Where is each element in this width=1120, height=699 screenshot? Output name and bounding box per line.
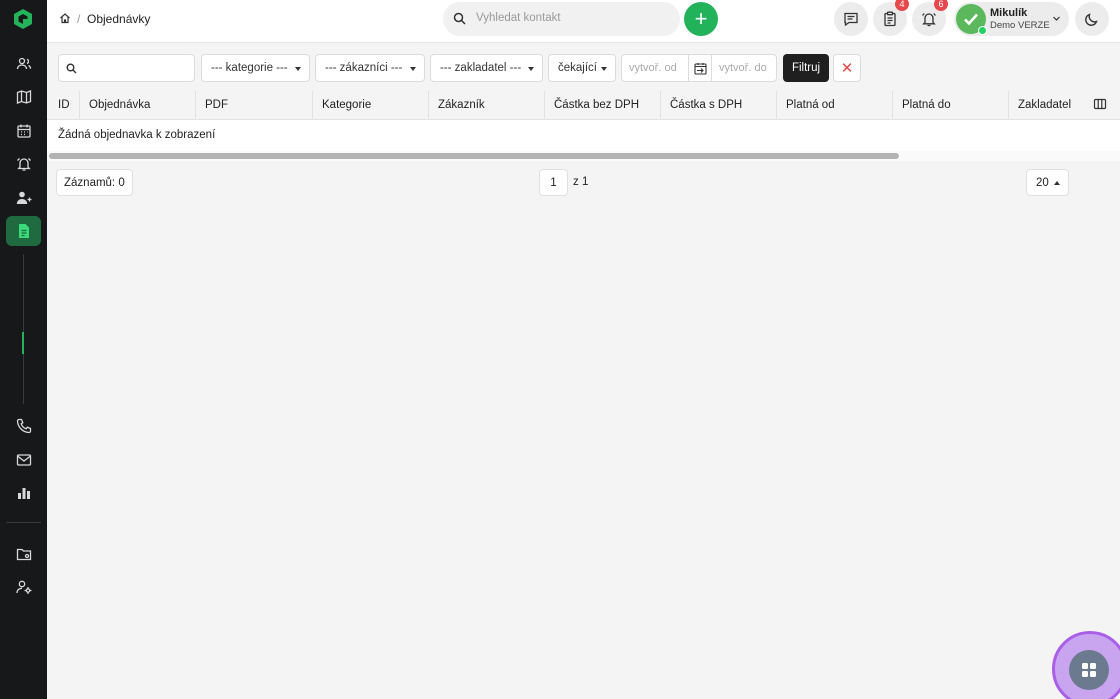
search-input[interactable]: Vyhledat kontakt xyxy=(476,12,561,24)
logo-icon[interactable] xyxy=(12,8,34,30)
avatar xyxy=(956,4,987,35)
date-range: vytvoř. od vytvoř. do xyxy=(621,54,777,82)
record-count: Záznamů: 0 xyxy=(56,169,133,196)
online-status-dot xyxy=(978,26,987,35)
column-header[interactable]: Kategorie xyxy=(312,91,428,119)
global-search[interactable]: Vyhledat kontakt xyxy=(443,2,680,36)
page-number-input[interactable]: 1 xyxy=(539,169,568,196)
notifications-badge: 6 xyxy=(934,0,948,11)
status-select-value: čekající xyxy=(558,62,597,74)
date-from-input[interactable]: vytvoř. od xyxy=(629,62,677,74)
status-select[interactable]: čekající xyxy=(548,54,616,82)
document-icon[interactable] xyxy=(12,219,36,243)
user-menu[interactable]: Mikulík Demo VERZE xyxy=(954,2,1069,36)
chart-icon[interactable] xyxy=(12,481,36,505)
caret-down-icon xyxy=(601,67,607,71)
tasks-badge: 4 xyxy=(895,0,909,11)
table-body: Žádná objednavka k zobrazení xyxy=(47,120,1120,151)
category-select[interactable]: --- kategorie --- xyxy=(201,54,310,82)
table-header: ID Objednávka PDF Kategorie Zákazník Čás… xyxy=(47,91,1120,120)
page-total: z 1 xyxy=(573,176,589,188)
caret-down-icon xyxy=(528,67,534,71)
sidebar xyxy=(0,0,47,699)
map-icon[interactable] xyxy=(12,85,36,109)
caret-down-icon xyxy=(295,67,301,71)
column-header[interactable]: Částka bez DPH xyxy=(544,91,660,119)
column-header[interactable]: ID xyxy=(47,91,79,119)
column-header[interactable]: Platná od xyxy=(776,91,892,119)
customers-select[interactable]: --- zákazníci --- xyxy=(315,54,425,82)
per-page-select[interactable]: 20 xyxy=(1026,169,1069,196)
apps-button[interactable] xyxy=(1069,650,1109,690)
search-icon xyxy=(66,63,77,74)
column-header[interactable]: Zakladatel xyxy=(1008,91,1084,119)
empty-table-message: Žádná objednavka k zobrazení xyxy=(58,129,216,141)
date-to-input[interactable]: vytvoř. do xyxy=(719,62,767,74)
column-header[interactable]: Objednávka xyxy=(79,91,195,119)
chevron-down-icon xyxy=(1053,16,1060,21)
founder-select[interactable]: --- zakladatel --- xyxy=(430,54,543,82)
mail-icon[interactable] xyxy=(12,448,36,472)
caret-up-icon xyxy=(1054,181,1060,185)
category-select-value: --- kategorie --- xyxy=(211,62,288,74)
founder-select-value: --- zakladatel --- xyxy=(440,62,522,74)
scrollbar-thumb[interactable] xyxy=(49,153,899,159)
tasks-button[interactable]: 4 xyxy=(873,0,909,36)
users-icon[interactable] xyxy=(12,186,36,210)
clipboard-icon xyxy=(884,11,896,27)
chat-button[interactable] xyxy=(834,2,868,36)
column-header[interactable]: Částka s DPH xyxy=(660,91,776,119)
breadcrumb-separator: / xyxy=(77,12,81,26)
user-name: Mikulík xyxy=(990,7,1028,19)
columns-icon[interactable] xyxy=(1093,97,1107,111)
theme-toggle-button[interactable] xyxy=(1075,2,1109,36)
bell-icon xyxy=(922,13,936,27)
sidebar-scroll-indicator xyxy=(22,332,24,354)
filter-button[interactable]: Filtruj xyxy=(783,54,829,82)
user-settings-icon[interactable] xyxy=(12,575,36,599)
column-header[interactable]: PDF xyxy=(195,91,312,119)
sidebar-separator xyxy=(6,522,41,523)
breadcrumb-current: Objednávky xyxy=(87,12,151,26)
contacts-icon[interactable] xyxy=(12,52,36,76)
sidebar-divider-line xyxy=(23,254,24,404)
folder-icon[interactable] xyxy=(12,542,36,566)
phone-icon[interactable] xyxy=(12,414,36,438)
date-range-icon[interactable] xyxy=(688,55,712,81)
column-header[interactable]: Platná do xyxy=(892,91,1008,119)
grid-icon xyxy=(1082,663,1096,677)
customers-select-value: --- zákazníci --- xyxy=(325,62,403,74)
notifications-button[interactable]: 6 xyxy=(912,0,948,36)
table-search-input[interactable] xyxy=(58,54,195,82)
horizontal-scrollbar[interactable] xyxy=(47,151,1120,161)
filter-bar: --- kategorie --- --- zákazníci --- --- … xyxy=(47,43,1120,91)
caret-down-icon xyxy=(410,67,416,71)
moon-icon xyxy=(1085,13,1098,26)
calendar-icon[interactable] xyxy=(12,119,36,143)
clear-filter-button[interactable]: ✕ xyxy=(833,54,861,82)
top-bar: / Objednávky Vyhledat kontakt + 4 6 Miku… xyxy=(47,0,1120,43)
add-button[interactable]: + xyxy=(684,2,718,36)
search-icon xyxy=(453,12,466,25)
per-page-value: 20 xyxy=(1036,176,1049,189)
user-subtitle: Demo VERZE xyxy=(990,20,1050,31)
chat-icon xyxy=(844,12,858,27)
column-header[interactable]: Zákazník xyxy=(428,91,544,119)
home-icon[interactable] xyxy=(59,12,71,24)
alarm-icon[interactable] xyxy=(12,152,36,176)
